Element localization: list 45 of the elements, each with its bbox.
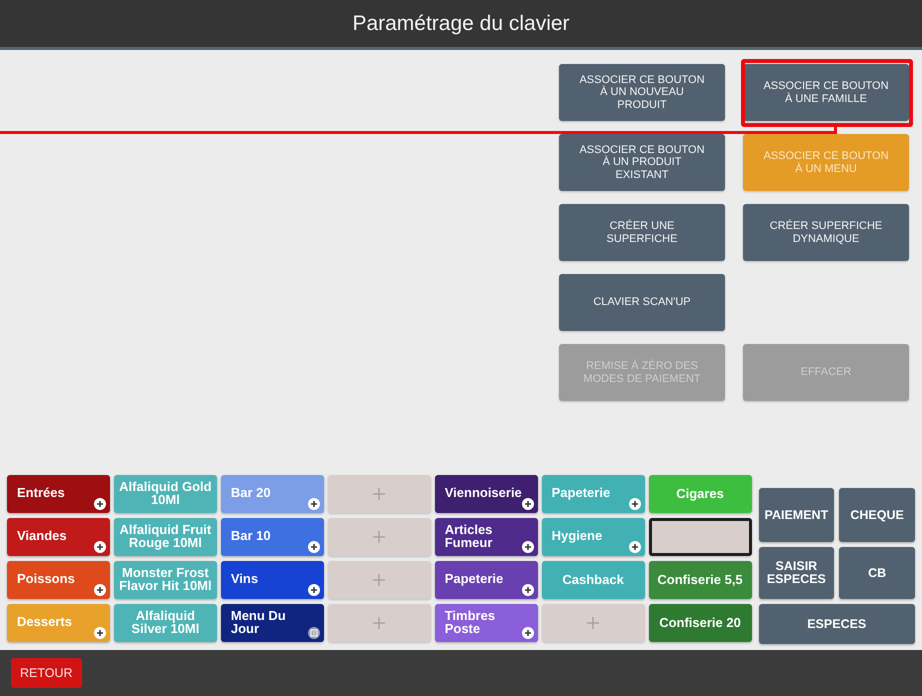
plus-circle-icon bbox=[522, 498, 534, 510]
plus-icon bbox=[373, 488, 386, 500]
action-button[interactable]: CLAVIER SCAN'UP bbox=[559, 274, 725, 331]
plus-circle-icon bbox=[522, 627, 534, 639]
payment-button[interactable]: ESPECES bbox=[758, 604, 915, 644]
plus-icon bbox=[587, 617, 600, 629]
empty-key[interactable] bbox=[648, 518, 752, 556]
plus-circle-icon bbox=[308, 584, 320, 596]
family-key[interactable]: Entrées bbox=[7, 475, 110, 513]
plus-circle-icon bbox=[94, 498, 106, 510]
action-button[interactable]: ASSOCIER CE BOUTON À UNE FAMILLE bbox=[743, 64, 909, 121]
back-button[interactable]: RETOUR bbox=[11, 658, 82, 688]
payment-button[interactable]: PAIEMENT bbox=[758, 488, 834, 542]
family-key[interactable]: Bar 10 bbox=[220, 518, 324, 556]
window-title: Paramétrage du clavier bbox=[352, 10, 570, 37]
family-key[interactable]: Menu Du Jour bbox=[220, 604, 324, 642]
family-key[interactable]: Poissons bbox=[7, 561, 110, 599]
plus-circle-icon bbox=[308, 498, 320, 510]
action-button[interactable]: ASSOCIER CE BOUTON À UN NOUVEAU PRODUIT bbox=[559, 64, 725, 121]
family-key[interactable]: Viandes bbox=[7, 518, 110, 556]
plus-circle-icon bbox=[308, 541, 320, 553]
plus-circle-icon bbox=[94, 627, 106, 639]
family-key[interactable]: Articles Fumeur bbox=[434, 518, 538, 556]
family-key[interactable]: Viennoiserie bbox=[434, 475, 538, 513]
action-button[interactable]: ASSOCIER CE BOUTON À UN PRODUIT EXISTANT bbox=[559, 134, 725, 191]
product-key[interactable]: Confiserie 20 bbox=[648, 604, 752, 642]
family-key[interactable]: Vins bbox=[220, 561, 324, 599]
plus-circle-icon bbox=[628, 541, 641, 553]
plus-circle-icon bbox=[522, 584, 534, 596]
payment-button[interactable]: CB bbox=[839, 547, 915, 599]
plus-icon bbox=[373, 617, 386, 629]
plus-circle-icon bbox=[94, 584, 106, 596]
plus-circle-icon bbox=[628, 498, 641, 510]
plus-icon bbox=[373, 531, 386, 543]
payment-button[interactable]: SAISIR ESPECES bbox=[758, 547, 834, 599]
plus-circle-icon bbox=[522, 541, 534, 553]
family-key[interactable]: Timbres Poste bbox=[434, 604, 538, 642]
action-button[interactable]: CRÉER UNE SUPERFICHE bbox=[559, 204, 725, 261]
plus-circle-icon bbox=[94, 541, 106, 553]
family-key[interactable]: Papeterie bbox=[434, 561, 538, 599]
payment-button[interactable]: CHEQUE bbox=[839, 488, 915, 542]
action-button[interactable]: CRÉER SUPERFICHE DYNAMIQUE bbox=[743, 204, 909, 261]
product-key[interactable]: Confiserie 5,5 bbox=[648, 561, 752, 599]
plus-icon bbox=[373, 574, 386, 586]
list-icon bbox=[308, 627, 320, 639]
